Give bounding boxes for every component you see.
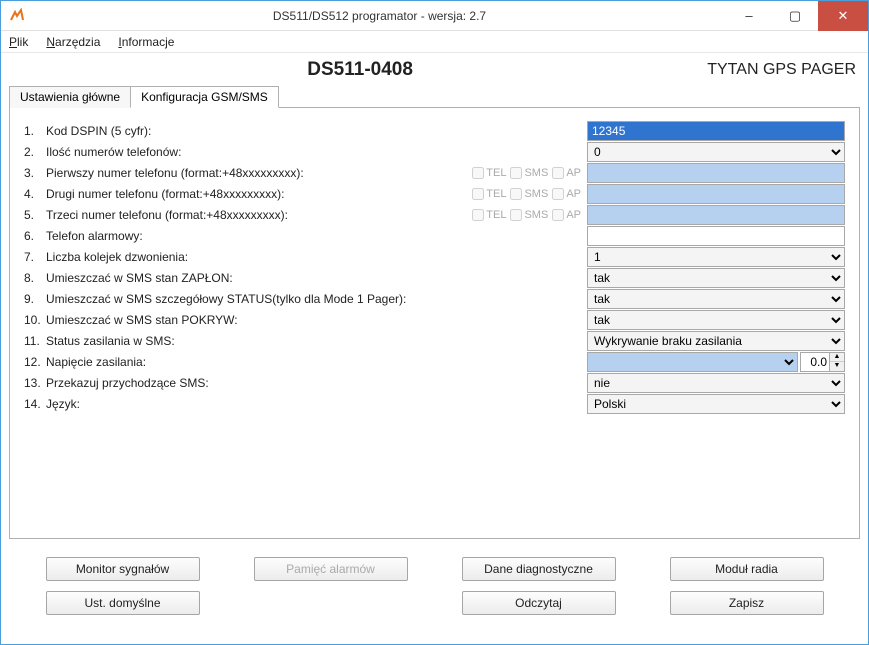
tab-strip: Ustawienia główne Konfiguracja GSM/SMS	[9, 86, 860, 108]
row-przekazuj-sms: 13. Przekazuj przychodzące SMS: nie	[24, 372, 845, 393]
row-label: Status zasilania w SMS:	[46, 334, 175, 348]
row-pokryw: 10. Umieszczać w SMS stan POKRYW: tak	[24, 309, 845, 330]
button-modul-radia[interactable]: Moduł radia	[670, 557, 824, 581]
row-status-detail: 9. Umieszczać w SMS szczegółowy STATUS(t…	[24, 288, 845, 309]
button-zapisz[interactable]: Zapisz	[670, 591, 824, 615]
row-num: 6.	[24, 229, 46, 243]
row-label: Umieszczać w SMS stan ZAPŁON:	[46, 271, 233, 285]
select-napiecie[interactable]	[587, 352, 798, 372]
tel2-sms-checkbox[interactable]	[510, 188, 522, 200]
button-ust-domyslne[interactable]: Ust. domyślne	[46, 591, 200, 615]
spin-arrows[interactable]: ▲▼	[830, 352, 845, 372]
row-label: Liczba kolejek dzwonienia:	[46, 250, 188, 264]
row-num: 13.	[24, 376, 46, 390]
device-title: DS511-0408	[13, 59, 707, 81]
select-pokryw[interactable]: tak	[587, 310, 845, 330]
menu-informacje[interactable]: Informacje	[118, 35, 174, 49]
tel3-options: TEL SMS AP	[472, 209, 581, 221]
select-status-detail[interactable]: tak	[587, 289, 845, 309]
row-label: Przekazuj przychodzące SMS:	[46, 376, 209, 390]
window-title: DS511/DS512 programator - wersja: 2.7	[33, 9, 726, 23]
tel2-options: TEL SMS AP	[472, 188, 581, 200]
row-num: 10.	[24, 313, 46, 327]
maximize-button[interactable]: ▢	[772, 1, 818, 31]
input-tel-3[interactable]	[587, 205, 845, 225]
row-label: Telefon alarmowy:	[46, 229, 143, 243]
brand-label: TYTAN GPS PAGER	[707, 61, 856, 79]
button-monitor-sygnalow[interactable]: Monitor sygnałów	[46, 557, 200, 581]
select-zaplon[interactable]: tak	[587, 268, 845, 288]
row-ilosc-numerow: 2. Ilość numerów telefonów: 0	[24, 141, 845, 162]
row-label: Kod DSPIN (5 cyfr):	[46, 124, 151, 138]
row-tel-2: 4. Drugi numer telefonu (format:+48xxxxx…	[24, 183, 845, 204]
row-num: 8.	[24, 271, 46, 285]
minimize-button[interactable]: –	[726, 1, 772, 31]
select-kolejki[interactable]: 1	[587, 247, 845, 267]
row-kod-dspin: 1. Kod DSPIN (5 cyfr):	[24, 120, 845, 141]
row-label: Napięcie zasilania:	[46, 355, 146, 369]
tel1-sms-checkbox[interactable]	[510, 167, 522, 179]
tel1-tel-checkbox[interactable]	[472, 167, 484, 179]
input-kod-dspin[interactable]	[587, 121, 845, 141]
button-odczytaj[interactable]: Odczytaj	[462, 591, 616, 615]
row-jezyk: 14. Język: Polski	[24, 393, 845, 414]
row-num: 1.	[24, 124, 46, 138]
row-zasilanie-status: 11. Status zasilania w SMS: Wykrywanie b…	[24, 330, 845, 351]
row-label: Ilość numerów telefonów:	[46, 145, 181, 159]
row-label: Umieszczać w SMS szczegółowy STATUS(tylk…	[46, 292, 406, 306]
row-napiecie: 12. Napięcie zasilania: ▲▼	[24, 351, 845, 372]
row-label: Trzeci numer telefonu (format:+48xxxxxxx…	[46, 208, 288, 222]
menu-plik[interactable]: Plik	[9, 35, 28, 49]
row-num: 2.	[24, 145, 46, 159]
spin-napiecie[interactable]: ▲▼	[800, 352, 845, 372]
tel3-sms-checkbox[interactable]	[510, 209, 522, 221]
row-num: 4.	[24, 187, 46, 201]
menubar: Plik Narzędzia Informacje	[1, 31, 868, 53]
button-dane-diagnostyczne[interactable]: Dane diagnostyczne	[462, 557, 616, 581]
select-zasilanie-status[interactable]: Wykrywanie braku zasilania	[587, 331, 845, 351]
row-kolejki: 7. Liczba kolejek dzwonienia: 1	[24, 246, 845, 267]
row-zaplon: 8. Umieszczać w SMS stan ZAPŁON: tak	[24, 267, 845, 288]
input-tel-2[interactable]	[587, 184, 845, 204]
close-button[interactable]: ✕	[818, 1, 868, 31]
tel1-options: TEL SMS AP	[472, 167, 581, 179]
select-jezyk[interactable]: Polski	[587, 394, 845, 414]
row-num: 11.	[24, 334, 46, 348]
tel1-ap-checkbox[interactable]	[552, 167, 564, 179]
row-num: 7.	[24, 250, 46, 264]
app-icon	[7, 6, 27, 26]
row-label: Drugi numer telefonu (format:+48xxxxxxxx…	[46, 187, 284, 201]
row-num: 3.	[24, 166, 46, 180]
tab-konfiguracja-gsm-sms[interactable]: Konfiguracja GSM/SMS	[130, 86, 279, 108]
row-num: 14.	[24, 397, 46, 411]
row-tel-alarm: 6. Telefon alarmowy:	[24, 225, 845, 246]
spin-napiecie-value[interactable]	[800, 352, 830, 372]
titlebar: DS511/DS512 programator - wersja: 2.7 – …	[1, 1, 868, 31]
chevron-down-icon[interactable]: ▼	[830, 362, 844, 371]
tel3-tel-checkbox[interactable]	[472, 209, 484, 221]
chevron-up-icon[interactable]: ▲	[830, 353, 844, 362]
tel2-tel-checkbox[interactable]	[472, 188, 484, 200]
row-label: Pierwszy numer telefonu (format:+48xxxxx…	[46, 166, 304, 180]
window-controls: – ▢ ✕	[726, 1, 868, 31]
row-num: 9.	[24, 292, 46, 306]
button-pamiec-alarmow[interactable]: Pamięć alarmów	[254, 557, 408, 581]
row-num: 5.	[24, 208, 46, 222]
tel3-ap-checkbox[interactable]	[552, 209, 564, 221]
row-label: Język:	[46, 397, 80, 411]
tab-ustawienia-glowne[interactable]: Ustawienia główne	[9, 86, 131, 108]
row-tel-1: 3. Pierwszy numer telefonu (format:+48xx…	[24, 162, 845, 183]
select-przekazuj-sms[interactable]: nie	[587, 373, 845, 393]
input-tel-1[interactable]	[587, 163, 845, 183]
header: DS511-0408 TYTAN GPS PAGER	[1, 53, 868, 85]
row-tel-3: 5. Trzeci numer telefonu (format:+48xxxx…	[24, 204, 845, 225]
input-tel-alarm[interactable]	[587, 226, 845, 246]
tel2-ap-checkbox[interactable]	[552, 188, 564, 200]
select-ilosc-numerow[interactable]: 0	[587, 142, 845, 162]
row-num: 12.	[24, 355, 46, 369]
button-area: Monitor sygnałów Pamięć alarmów Dane dia…	[9, 539, 860, 633]
menu-narzedzia[interactable]: Narzędzia	[46, 35, 100, 49]
tab-panel: 1. Kod DSPIN (5 cyfr): 2. Ilość numerów …	[9, 107, 860, 539]
row-label: Umieszczać w SMS stan POKRYW:	[46, 313, 238, 327]
